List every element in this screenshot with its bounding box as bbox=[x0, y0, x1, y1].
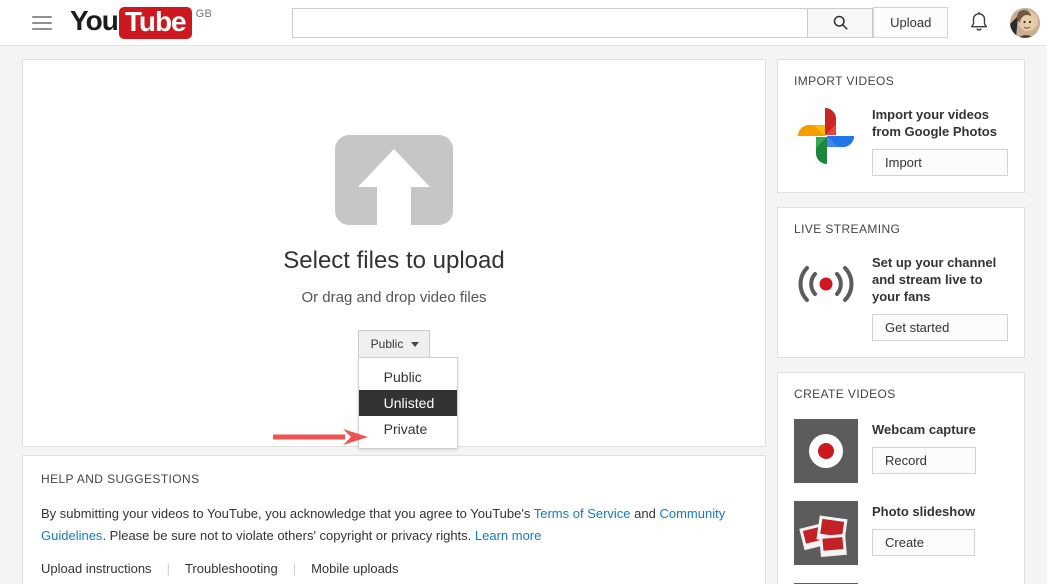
help-text-mid: and bbox=[630, 506, 660, 521]
webcam-record-icon bbox=[794, 419, 858, 483]
create-videos-heading: CREATE VIDEOS bbox=[794, 387, 896, 401]
bell-glyph bbox=[971, 11, 988, 31]
photo-slideshow-icon bbox=[794, 501, 858, 565]
page-body: Select files to upload Or drag and drop … bbox=[0, 46, 1047, 584]
annotation-arrow-icon bbox=[273, 429, 368, 445]
privacy-selector: Public Public Unlisted Private bbox=[357, 330, 458, 449]
chevron-down-icon bbox=[411, 341, 420, 347]
header-actions: Upload bbox=[873, 7, 1041, 38]
annotation-arrow-glyph bbox=[273, 429, 368, 445]
get-started-button[interactable]: Get started bbox=[872, 314, 1008, 341]
hamburger-menu-icon[interactable] bbox=[32, 14, 52, 32]
logo-tube-text: Tube bbox=[118, 6, 192, 39]
upload-arrow-glyph bbox=[335, 135, 453, 225]
upload-instructions-link[interactable]: Upload instructions bbox=[41, 561, 152, 576]
live-streaming-text: Set up your channel and stream live to y… bbox=[872, 252, 1008, 341]
privacy-option-public[interactable]: Public bbox=[359, 364, 457, 390]
mobile-uploads-link[interactable]: Mobile uploads bbox=[311, 561, 398, 576]
privacy-dropdown-menu: Public Unlisted Private bbox=[357, 357, 458, 449]
record-button[interactable]: Record bbox=[872, 447, 976, 474]
troubleshooting-link[interactable]: Troubleshooting bbox=[185, 561, 278, 576]
hamburger-line bbox=[32, 21, 52, 24]
search-button[interactable] bbox=[807, 7, 874, 38]
learn-more-link[interactable]: Learn more bbox=[475, 528, 541, 543]
privacy-option-private[interactable]: Private bbox=[359, 416, 457, 442]
terms-of-service-link[interactable]: Terms of Service bbox=[534, 506, 631, 521]
help-paragraph: By submitting your videos to YouTube, yo… bbox=[41, 503, 747, 547]
google-photos-pinwheel bbox=[798, 108, 854, 164]
live-broadcast-glyph bbox=[798, 266, 854, 302]
drag-drop-subtitle: Or drag and drop video files bbox=[301, 289, 487, 306]
live-streaming-row: Set up your channel and stream live to y… bbox=[794, 252, 1008, 341]
upload-button[interactable]: Upload bbox=[873, 7, 949, 38]
webcam-capture-row: Webcam capture Record bbox=[794, 419, 1008, 483]
live-streaming-card: LIVE STREAMING Set up your channel and s… bbox=[777, 207, 1025, 358]
import-videos-text: Import your videos from Google Photos Im… bbox=[872, 104, 1008, 176]
user-avatar[interactable] bbox=[1010, 7, 1041, 38]
top-header: You Tube GB Upload bbox=[0, 0, 1047, 46]
left-background-strip bbox=[0, 46, 14, 584]
live-streaming-title: Set up your channel and stream live to y… bbox=[872, 255, 997, 304]
webcam-capture-title: Webcam capture bbox=[872, 422, 976, 437]
webcam-record-glyph bbox=[794, 419, 858, 483]
hamburger-line bbox=[32, 27, 52, 30]
live-streaming-heading: LIVE STREAMING bbox=[794, 222, 901, 236]
upload-content: Select files to upload Or drag and drop … bbox=[23, 60, 765, 449]
link-divider: | bbox=[166, 561, 170, 576]
logo-you-text: You bbox=[70, 4, 119, 36]
help-text-pre: By submitting your videos to YouTube, yo… bbox=[41, 506, 534, 521]
privacy-dropdown-button[interactable]: Public bbox=[357, 330, 431, 358]
photo-slideshow-row: Photo slideshow Create bbox=[794, 501, 1008, 565]
privacy-option-unlisted[interactable]: Unlisted bbox=[358, 390, 457, 416]
photo-slideshow-glyph bbox=[794, 501, 858, 565]
import-videos-row: Import your videos from Google Photos Im… bbox=[794, 104, 1008, 176]
google-photos-icon bbox=[794, 104, 858, 168]
photo-slideshow-text: Photo slideshow Create bbox=[872, 501, 976, 565]
photo-slideshow-title: Photo slideshow bbox=[872, 504, 976, 519]
right-sidebar: IMPORT VIDEOS Import your videos from Go… bbox=[777, 59, 1025, 584]
privacy-selected-label: Public bbox=[370, 337, 404, 351]
create-button[interactable]: Create bbox=[872, 529, 976, 556]
import-videos-card: IMPORT VIDEOS Import your videos from Go… bbox=[777, 59, 1025, 193]
help-and-suggestions-card: HELP AND SUGGESTIONS By submitting your … bbox=[22, 455, 766, 584]
help-text-post: . Please be sure not to violate others' … bbox=[102, 528, 475, 543]
create-videos-card: CREATE VIDEOS Webcam capture Record Phot… bbox=[777, 372, 1025, 584]
webcam-capture-text: Webcam capture Record bbox=[872, 419, 976, 483]
upload-arrow-icon[interactable] bbox=[335, 135, 453, 225]
avatar-photo bbox=[1010, 7, 1041, 38]
search-input[interactable] bbox=[292, 7, 808, 38]
country-code-label: GB bbox=[195, 7, 213, 20]
search-icon bbox=[833, 15, 848, 30]
search-group bbox=[292, 7, 874, 38]
hamburger-line bbox=[32, 15, 52, 18]
notifications-bell-icon[interactable] bbox=[968, 11, 990, 35]
import-videos-heading: IMPORT VIDEOS bbox=[794, 74, 895, 88]
link-divider: | bbox=[292, 561, 297, 576]
import-videos-title: Import your videos from Google Photos bbox=[872, 107, 997, 139]
import-button[interactable]: Import bbox=[872, 149, 1008, 176]
help-heading: HELP AND SUGGESTIONS bbox=[41, 472, 200, 486]
youtube-logo[interactable]: You Tube GB bbox=[70, 4, 213, 39]
live-broadcast-icon bbox=[794, 252, 858, 316]
help-links-row: Upload instructions | Troubleshooting | … bbox=[41, 561, 747, 576]
select-files-title[interactable]: Select files to upload bbox=[283, 247, 504, 275]
upload-dropzone-card[interactable]: Select files to upload Or drag and drop … bbox=[22, 59, 766, 449]
